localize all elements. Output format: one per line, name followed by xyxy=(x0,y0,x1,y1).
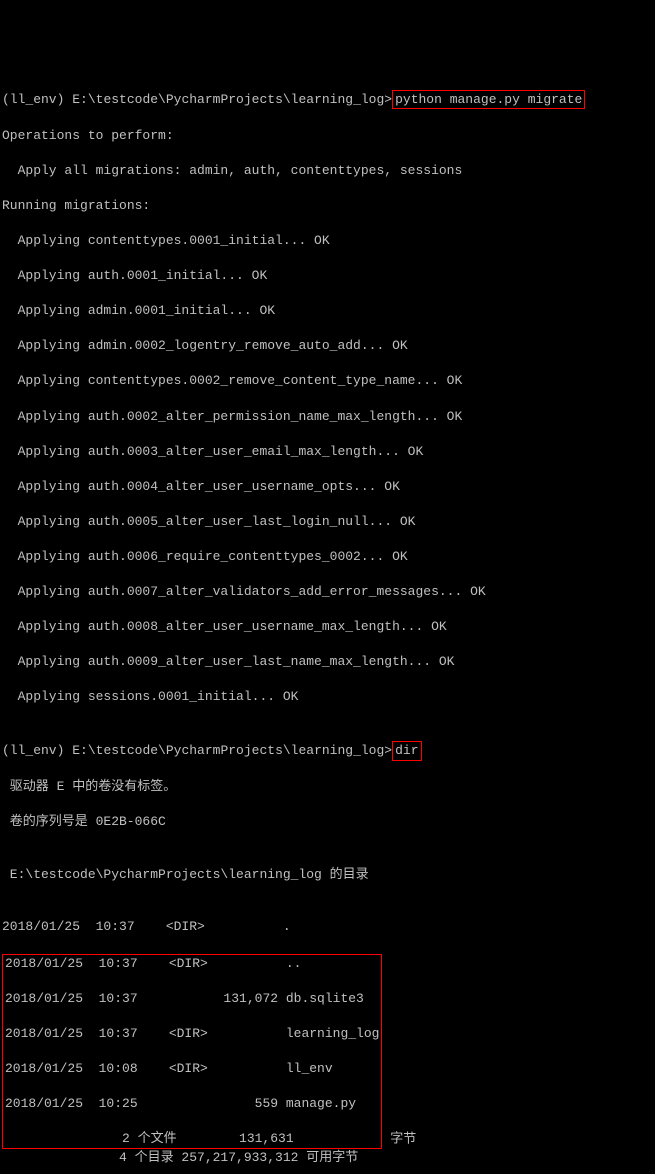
migration-line: Applying auth.0003_alter_user_email_max_… xyxy=(2,443,655,461)
dir-summary-files-tail: 字节 xyxy=(382,1131,416,1146)
venv-indicator: (ll_env) xyxy=(2,743,64,758)
migration-line: Applying auth.0004_alter_user_username_o… xyxy=(2,478,655,496)
migration-line: Applying auth.0009_alter_user_last_name_… xyxy=(2,653,655,671)
output-line: Apply all migrations: admin, auth, conte… xyxy=(2,162,655,180)
dir-row: 2018/01/25 10:37 <DIR> .. xyxy=(5,955,379,973)
venv-indicator: (ll_env) xyxy=(2,92,64,107)
dir-serial-line: 卷的序列号是 0E2B-066C xyxy=(2,813,655,831)
dir-row: 2018/01/25 10:37 <DIR> learning_log xyxy=(5,1025,379,1043)
prompt-path: E:\testcode\PycharmProjects\learning_log… xyxy=(72,743,392,758)
prompt-path: E:\testcode\PycharmProjects\learning_log… xyxy=(72,92,392,107)
migration-line: Applying auth.0008_alter_user_username_m… xyxy=(2,618,655,636)
command-text: python manage.py migrate xyxy=(395,92,582,107)
command-text: dir xyxy=(395,743,418,758)
dir-row: 2018/01/25 10:37 <DIR> . xyxy=(2,918,655,936)
terminal-output: (ll_env) E:\testcode\PycharmProjects\lea… xyxy=(0,70,655,1174)
migration-line: Applying auth.0007_alter_validators_add_… xyxy=(2,583,655,601)
migration-line: Applying sessions.0001_initial... OK xyxy=(2,688,655,706)
prompt-line-2[interactable]: (ll_env) E:\testcode\PycharmProjects\lea… xyxy=(2,741,655,761)
dir-summary-dirs: 4 个目录 257,217,933,312 可用字节 xyxy=(2,1149,655,1167)
migration-line: Applying auth.0006_require_contenttypes_… xyxy=(2,548,655,566)
highlight-box-cmd2: dir xyxy=(392,741,421,761)
dir-row: 2018/01/25 10:37 131,072 db.sqlite3 xyxy=(5,990,379,1008)
output-line: Operations to perform: xyxy=(2,127,655,145)
highlight-box-files: 2018/01/25 10:37 <DIR> .. 2018/01/25 10:… xyxy=(2,954,382,1149)
migration-line: Applying admin.0002_logentry_remove_auto… xyxy=(2,337,655,355)
migration-line: Applying contenttypes.0002_remove_conten… xyxy=(2,372,655,390)
dir-path-line: E:\testcode\PycharmProjects\learning_log… xyxy=(2,866,655,884)
highlight-box-cmd1: python manage.py migrate xyxy=(392,90,585,110)
dir-volume-line: 驱动器 E 中的卷没有标签。 xyxy=(2,778,655,796)
dir-summary-files: 2 个文件 131,631 xyxy=(5,1131,294,1146)
prompt-line-1[interactable]: (ll_env) E:\testcode\PycharmProjects\lea… xyxy=(2,90,655,110)
migration-line: Applying contenttypes.0001_initial... OK xyxy=(2,232,655,250)
migration-line: Applying auth.0005_alter_user_last_login… xyxy=(2,513,655,531)
migration-line: Applying admin.0001_initial... OK xyxy=(2,302,655,320)
dir-row: 2018/01/25 10:08 <DIR> ll_env xyxy=(5,1060,379,1078)
migration-line: Applying auth.0001_initial... OK xyxy=(2,267,655,285)
migration-line: Applying auth.0002_alter_permission_name… xyxy=(2,408,655,426)
dir-row: 2018/01/25 10:25 559 manage.py xyxy=(5,1095,379,1113)
output-line: Running migrations: xyxy=(2,197,655,215)
